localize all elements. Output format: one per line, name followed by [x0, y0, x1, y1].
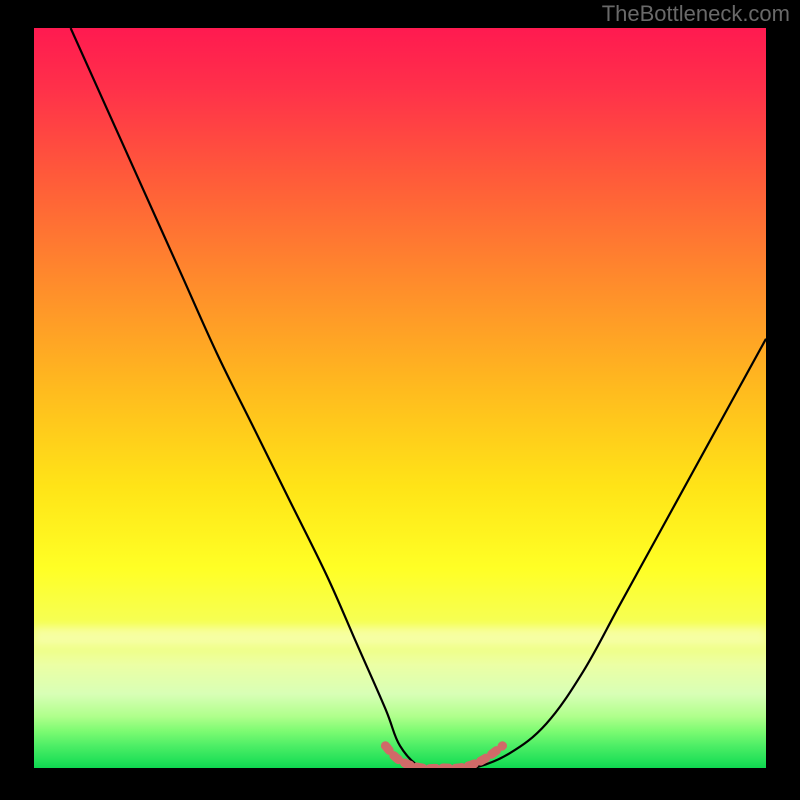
curve-layer: [34, 28, 766, 768]
bottleneck-curve: [71, 28, 766, 768]
attribution-text: TheBottleneck.com: [602, 1, 790, 27]
plot-area: [34, 28, 766, 768]
chart-root: TheBottleneck.com: [0, 0, 800, 800]
